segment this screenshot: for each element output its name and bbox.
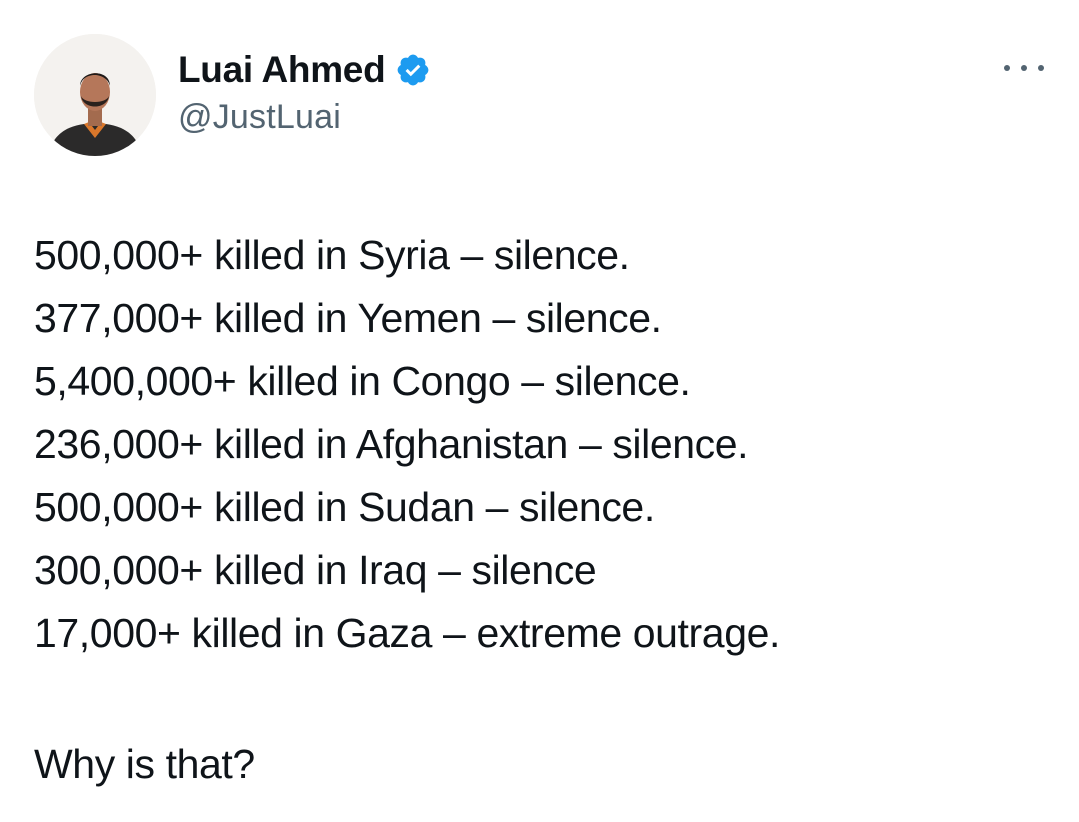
avatar[interactable] [34, 34, 156, 156]
dot [1038, 65, 1044, 71]
tweet-text: 500,000+ killed in Syria – silence. 377,… [34, 224, 1044, 665]
verified-badge-icon [395, 52, 431, 88]
avatar-image [34, 34, 156, 156]
author-name-row: Luai Ahmed [178, 48, 431, 92]
tweet-line: 300,000+ killed in Iraq – silence [34, 547, 597, 593]
tweet-line: 5,400,000+ killed in Congo – silence. [34, 358, 691, 404]
dot [1004, 65, 1010, 71]
author-handle[interactable]: @JustLuai [178, 98, 341, 137]
tweet-line: 236,000+ killed in Afghanistan – silence… [34, 421, 749, 467]
dot [1021, 65, 1027, 71]
tweet-line: 500,000+ killed in Sudan – silence. [34, 484, 655, 530]
author-display-name[interactable]: Luai Ahmed [178, 49, 386, 91]
more-options-icon[interactable] [1004, 58, 1044, 78]
tweet-line: 500,000+ killed in Syria – silence. [34, 232, 630, 278]
tweet-line: 377,000+ killed in Yemen – silence. [34, 295, 662, 341]
tweet-line: 17,000+ killed in Gaza – extreme outrage… [34, 610, 780, 656]
tweet-question: Why is that? [34, 741, 255, 787]
tweet-card: Luai Ahmed @JustLuai 500,000+ killed in … [0, 0, 1079, 822]
